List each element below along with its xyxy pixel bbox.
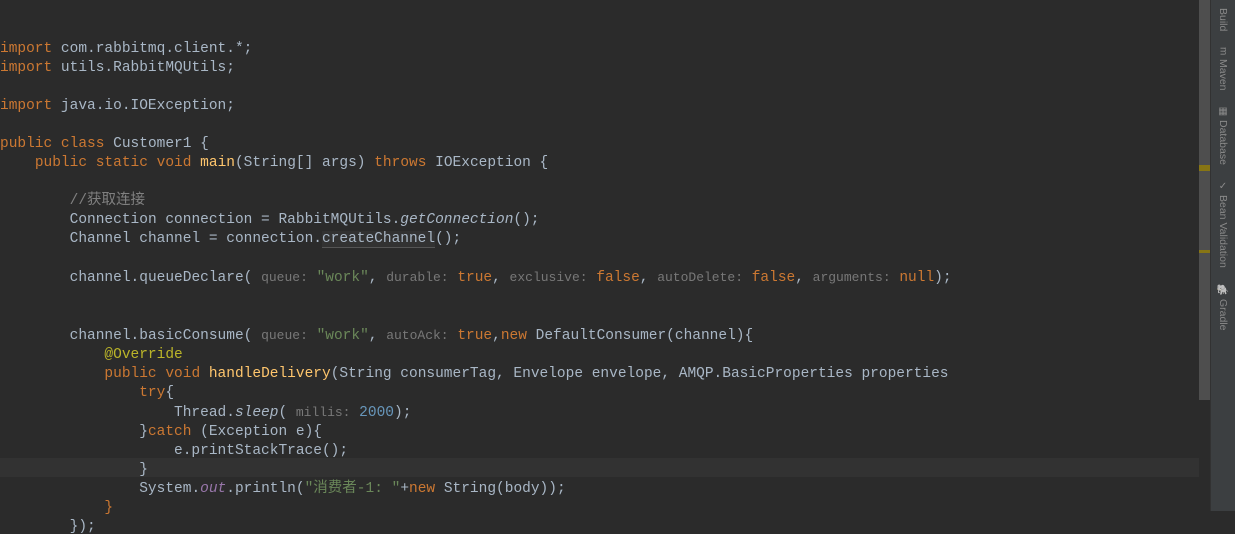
code-token: com.rabbitmq.client.*; (52, 41, 252, 57)
code-token: }); (70, 519, 96, 534)
gradle-icon: 🐘 (1218, 284, 1229, 296)
sidebar-label: Bean Validation (1217, 195, 1229, 268)
code-token: { (165, 385, 174, 401)
code-token: out (200, 481, 226, 497)
sidebar-label: Gradle (1217, 299, 1229, 331)
code-token: } (104, 500, 113, 516)
sidebar-tab-maven[interactable]: m Maven (1217, 39, 1229, 98)
code-token: public (0, 136, 52, 152)
code-token: ); (934, 270, 951, 286)
param-hint: queue: (261, 270, 308, 285)
code-token: channel.basicConsume( (70, 328, 261, 344)
code-token: , (369, 270, 386, 286)
code-token: .println( (226, 481, 304, 497)
maven-icon: m (1218, 47, 1229, 55)
code-token: sleep (235, 405, 279, 421)
gutter-marker[interactable] (1199, 168, 1210, 171)
param-hint: millis: (296, 405, 351, 420)
param-hint: exclusive: (510, 270, 588, 285)
code-token: false (588, 270, 640, 286)
code-annotation: @Override (104, 347, 182, 363)
code-token: channel.queueDeclare( (70, 270, 261, 286)
sidebar-label: Build (1217, 8, 1229, 31)
code-token: } (139, 462, 148, 478)
code-token: "work" (308, 270, 369, 286)
code-token: Channel channel = connection. (70, 231, 322, 247)
code-token: utils.RabbitMQUtils; (52, 60, 235, 76)
code-token: "消费者-1: " (305, 481, 401, 497)
code-token: } (139, 424, 148, 440)
sidebar-tab-bean-validation[interactable]: ✓ Bean Validation (1217, 173, 1229, 276)
code-token: IOException { (426, 155, 548, 171)
code-token: public (35, 155, 87, 171)
param-hint: arguments: (813, 270, 891, 285)
code-token: , (640, 270, 657, 286)
code-token: (); (435, 231, 461, 247)
code-token: import (0, 60, 52, 76)
sidebar-label: Maven (1217, 59, 1229, 91)
scrollbar-thumb[interactable] (1199, 0, 1210, 400)
param-hint: durable: (386, 270, 448, 285)
code-token: import (0, 41, 52, 57)
param-hint: autoAck: (386, 328, 448, 343)
code-token: DefaultConsumer(channel){ (527, 328, 753, 344)
code-token: createChannel (322, 231, 435, 248)
code-token: null (891, 270, 935, 286)
code-token: (); (513, 212, 539, 228)
sidebar-label: Database (1217, 120, 1229, 165)
scrollbar-track[interactable] (1199, 0, 1210, 511)
code-token: , (795, 270, 812, 286)
code-token: void (165, 366, 200, 382)
sidebar-tab-database[interactable]: ▦ Database (1217, 98, 1229, 173)
code-token: java.io.IOException; (52, 98, 235, 114)
code-token: class (61, 136, 105, 152)
code-token: getConnection (400, 212, 513, 228)
sidebar-tab-gradle[interactable]: 🐘 Gradle (1217, 276, 1229, 339)
code-token: false (743, 270, 795, 286)
gutter-marker[interactable] (1199, 250, 1210, 253)
code-token: handleDelivery (209, 366, 331, 382)
code-token: catch (148, 424, 192, 440)
code-token: Customer1 (104, 136, 200, 152)
param-hint: queue: (261, 328, 308, 343)
param-hint: autoDelete: (657, 270, 743, 285)
code-token: import (0, 98, 52, 114)
code-token: static (96, 155, 148, 171)
code-token: , (369, 328, 386, 344)
code-token: + (400, 481, 409, 497)
code-comment: //获取连接 (70, 193, 145, 209)
code-token: System. (139, 481, 200, 497)
code-token: ); (394, 405, 411, 421)
current-line-highlight (0, 458, 1210, 477)
code-token: true (449, 270, 493, 286)
code-token: , (492, 328, 501, 344)
code-token: 2000 (350, 405, 394, 421)
code-token: main (200, 155, 235, 171)
code-token: { (200, 136, 209, 152)
code-token: ( (278, 405, 295, 421)
code-token: public (104, 366, 156, 382)
code-token: Connection connection = RabbitMQUtils. (70, 212, 401, 228)
code-token: (Exception e){ (191, 424, 322, 440)
database-icon: ▦ (1218, 106, 1229, 117)
code-token: new (501, 328, 527, 344)
code-token: (String consumerTag, Envelope envelope, … (331, 366, 949, 382)
tool-sidebar: Build mMaven ▦Database ✓Bean Validation … (1210, 0, 1235, 511)
code-token: Thread. (174, 405, 235, 421)
code-editor[interactable]: import com.rabbitmq.client.*; import uti… (0, 0, 1210, 511)
code-token: e.printStackTrace(); (174, 443, 348, 459)
code-token: new (409, 481, 435, 497)
code-token: true (449, 328, 493, 344)
code-token: throws (374, 155, 426, 171)
code-token: void (157, 155, 192, 171)
check-icon: ✓ (1218, 181, 1229, 192)
code-token: "work" (308, 328, 369, 344)
code-token: String(body)); (435, 481, 566, 497)
code-token: , (492, 270, 509, 286)
sidebar-tab-build[interactable]: Build (1217, 0, 1229, 39)
code-token: (String[] args) (235, 155, 374, 171)
code-token: try (139, 385, 165, 401)
